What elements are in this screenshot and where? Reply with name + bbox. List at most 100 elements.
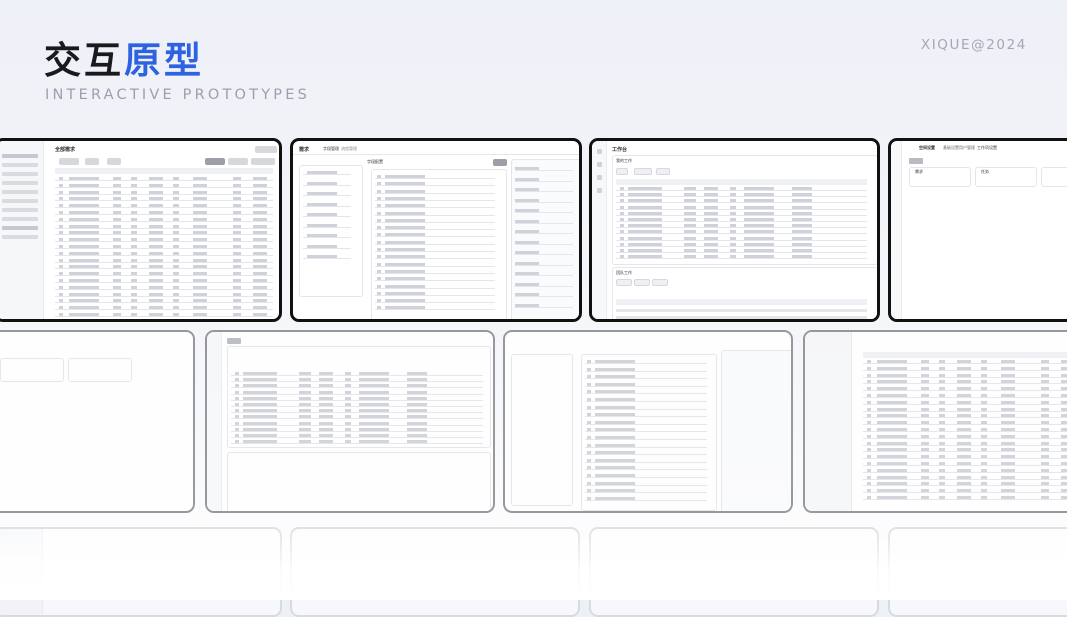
tab-work-items[interactable]: 工作项设置 [977, 145, 997, 151]
table-row [55, 241, 273, 243]
table-row [863, 492, 1067, 494]
table-row [303, 205, 351, 207]
table-row [863, 465, 1067, 466]
prototype-card-field-config-faded[interactable] [503, 330, 793, 513]
table-row [303, 184, 351, 186]
table-row [231, 381, 483, 383]
table-row [375, 294, 495, 296]
table-row [55, 186, 273, 188]
table-row [375, 265, 495, 267]
table-row [515, 243, 573, 245]
table-row [375, 302, 495, 304]
table-row [863, 451, 1067, 453]
page-title: 交互原型 [44, 30, 204, 84]
table-row [515, 264, 573, 266]
table-row [863, 485, 1067, 487]
table-row [585, 401, 707, 402]
table-row [585, 363, 707, 364]
table-row [515, 254, 573, 255]
table-row [585, 370, 707, 372]
table-row [585, 454, 707, 456]
table-row [585, 484, 707, 486]
table-row [231, 430, 483, 432]
table-row [231, 399, 483, 401]
table-row [55, 254, 273, 256]
table-row [55, 200, 273, 202]
table-row [585, 439, 707, 440]
table-row [863, 499, 1067, 500]
item-requirement[interactable]: 需求 [915, 169, 923, 175]
table-row [863, 410, 1067, 412]
table-row [515, 191, 573, 192]
table-row [55, 227, 273, 229]
table-row [616, 233, 867, 235]
item-task[interactable]: 任务 [981, 169, 989, 175]
prototype-card-settings-faded[interactable] [0, 330, 195, 513]
card-title: 工作台 [612, 147, 628, 153]
table-row [303, 174, 351, 175]
table-row [55, 220, 273, 222]
table-row [863, 478, 1067, 480]
tab-flow[interactable]: 流程管理 [341, 146, 357, 152]
prototype-card-requirements-faded[interactable] [803, 330, 1067, 513]
table-row [515, 201, 573, 203]
table-row [55, 309, 273, 311]
table-row [375, 207, 495, 209]
table-row [55, 275, 273, 277]
table-row [231, 406, 483, 407]
card-title: 需求 [299, 147, 310, 153]
table-row [515, 275, 573, 276]
tab-users[interactable]: 用户管理 [959, 145, 975, 151]
table-row [515, 180, 573, 182]
table-row [863, 383, 1067, 385]
table-row [303, 226, 351, 228]
table-row [55, 302, 273, 304]
prototype-card-workbench-faded[interactable] [205, 330, 495, 513]
prototype-card-requirements[interactable]: 全部需求 [0, 138, 282, 322]
prototype-card-field-config[interactable]: 需求 字段管理 流程管理 字段配置 [290, 138, 582, 322]
table-row [55, 180, 273, 181]
table-row [375, 258, 495, 260]
table-row [585, 423, 707, 425]
bottom-fade [0, 525, 1067, 600]
table-row [585, 416, 707, 418]
table-row [863, 471, 1067, 473]
table-row [616, 239, 867, 241]
table-row [231, 412, 483, 414]
table-row [515, 296, 573, 297]
table-row [585, 385, 707, 387]
table-row [375, 243, 495, 245]
table-row [303, 237, 351, 238]
table-row [616, 202, 867, 204]
table-row [585, 461, 707, 463]
table-row [231, 424, 483, 426]
section-team-work: 团队工作 [616, 270, 632, 275]
prototype-card-workbench[interactable]: 工作台 我的工作 团队工作 [589, 138, 880, 322]
table-row [863, 417, 1067, 419]
table-row [231, 387, 483, 389]
tab-basic[interactable]: 基础设置 [943, 145, 959, 151]
table-row [231, 393, 483, 395]
table-row [616, 221, 867, 222]
table-row [616, 214, 867, 216]
table-row [375, 287, 495, 289]
table-row [616, 190, 867, 191]
table-row [55, 282, 273, 283]
table-row [303, 195, 351, 196]
table-row [515, 306, 573, 308]
table-row [863, 437, 1067, 439]
table-row [375, 199, 495, 201]
table-row [375, 214, 495, 216]
prototype-card-workspace-settings[interactable]: 空间设置 基础设置 用户管理 工作项设置 需求 任务 [888, 138, 1067, 322]
table-row [863, 397, 1067, 398]
tab-field[interactable]: 字段管理 [323, 146, 339, 152]
card-title: 空间设置 [919, 145, 935, 150]
table-row [55, 207, 273, 209]
table-row [303, 247, 351, 249]
table-row [375, 280, 495, 282]
table-row [231, 375, 483, 376]
table-row [515, 285, 573, 287]
section-my-work: 我的工作 [616, 158, 632, 163]
table-row [585, 393, 707, 395]
table-row [375, 178, 495, 179]
